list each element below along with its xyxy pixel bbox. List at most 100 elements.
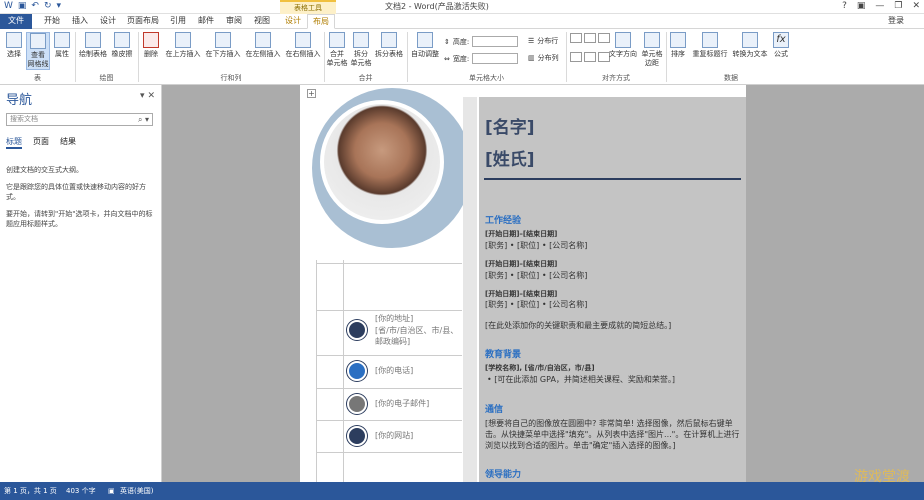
nav-help-text-1: 创建文档的交互式大纲。 [6,166,83,174]
page-count[interactable]: 第 1 页，共 1 页 [4,482,57,500]
address-detail[interactable]: [省/市/自治区、市/县、邮政编码] [375,325,465,347]
tab-pages[interactable]: 页面 [33,136,49,149]
navigation-pane: 导航 ▾ ✕ 搜索文档 ⌕ ▾ 标题 页面 结果 创建文档的交互式大纲。 它是跟… [0,85,162,482]
width-field[interactable]: ⇔ 宽度: [444,53,519,64]
convert-to-text-button[interactable]: 转换为文本 [731,32,769,59]
align-middle-center-icon[interactable] [584,52,596,62]
tab-review[interactable]: 审阅 [222,14,246,29]
redo-icon[interactable]: ↻ [44,1,52,11]
select-button[interactable]: 选择 [3,32,25,59]
word-count[interactable]: 403 个字 [66,482,96,500]
nav-tabs: 标题 页面 结果 [6,136,76,149]
insert-above-button[interactable]: 在上方插入 [164,32,202,59]
merge-cells-button[interactable]: 合并 单元格 [326,32,348,68]
education-heading[interactable]: 教育背景 [485,347,521,360]
email-text[interactable]: [你的电子邮件] [375,398,465,409]
draw-table-button[interactable]: 绘制表格 [78,32,108,59]
save-icon[interactable]: ▣ [18,1,27,11]
help-icon[interactable]: ? [842,1,847,11]
tab-mailings[interactable]: 邮件 [194,14,218,29]
pane-options-icon[interactable]: ▾ [140,91,145,101]
language[interactable]: 英语(美国) [120,482,153,500]
leadership-heading[interactable]: 领导能力 [485,467,521,480]
ribbon-tabs: 文件 开始 插入 设计 页面布局 引用 邮件 审阅 视图 设计 布局 登录 [0,14,924,29]
insert-right-button[interactable]: 在右侧插入 [284,32,322,59]
ribbon-display-icon[interactable]: ▣ [857,1,866,11]
distribute-rows-button[interactable]: ☰ 分布行 [528,36,558,46]
repeat-header-button[interactable]: 重复标题行 [690,32,730,59]
restore-icon[interactable]: ❐ [894,1,902,11]
address-line[interactable]: [你的地址] [375,313,465,324]
tab-home[interactable]: 开始 [40,14,64,29]
group-label-cell-size: 单元格大小 [469,74,504,82]
tab-file[interactable]: 文件 [0,14,32,29]
last-name[interactable]: [姓氏] [485,145,535,170]
split-table-button[interactable]: 拆分表格 [373,32,405,59]
website-icon [347,426,367,446]
table-move-handle-icon[interactable]: + [307,89,316,98]
tab-table-layout[interactable]: 布局 [307,14,335,29]
properties-button[interactable]: 属性 [52,32,72,59]
tab-view[interactable]: 视图 [250,14,274,29]
work-summary[interactable]: [在此处添加你的关键职责和最主要成就的简短总结。] [485,320,740,331]
proofing-icon[interactable]: ▣ [108,482,115,500]
website-text[interactable]: [你的网站] [375,430,465,441]
height-input[interactable] [472,36,519,47]
tab-table-design[interactable]: 设计 [280,14,306,29]
autofit-button[interactable]: 自动调整 [409,32,441,59]
first-name[interactable]: [名字] [485,113,535,138]
work-experience-heading[interactable]: 工作经验 [485,213,521,226]
align-top-center-icon[interactable] [584,33,596,43]
tab-design[interactable]: 设计 [96,14,120,29]
school-name[interactable]: [学校名称], [省/市/自治区，市/县] [485,363,740,374]
education-bullet[interactable]: • [可在此添加 GPA，并简述相关课程、奖励和荣誉。] [487,374,742,385]
minimize-icon[interactable]: — [875,1,884,11]
login-link[interactable]: 登录 [888,15,904,26]
profile-photo[interactable] [320,100,444,224]
job-line[interactable]: [职务] • [职位] • [公司名称] [485,270,740,281]
alignment-grid[interactable] [570,33,610,69]
job-line[interactable]: [职务] • [职位] • [公司名称] [485,299,740,310]
tab-references[interactable]: 引用 [166,14,190,29]
insert-left-button[interactable]: 在左侧插入 [244,32,282,59]
height-field[interactable]: ⇕ 高度: [444,36,519,47]
location-icon [347,320,367,340]
job-line[interactable]: [职务] • [职位] • [公司名称] [485,240,740,251]
text-direction-button[interactable]: 文字方向 [608,32,638,59]
delete-button[interactable]: 删除 [141,32,161,59]
undo-icon[interactable]: ↶ [31,1,39,11]
nav-search-input[interactable]: 搜索文档 ⌕ ▾ [6,113,153,126]
tab-headings[interactable]: 标题 [6,136,22,149]
close-icon[interactable]: ✕ [912,1,920,11]
communication-heading[interactable]: 通信 [485,402,503,415]
formula-button[interactable]: fx 公式 [771,32,791,59]
customize-qat-icon[interactable]: ▾ [57,1,62,11]
navigation-title: 导航 [6,93,33,108]
job-dates[interactable]: [开始日期]–[结束日期] [485,259,740,270]
align-middle-left-icon[interactable] [570,52,582,62]
navigation-pane-controls: ▾ ✕ [140,91,155,101]
distribute-columns-button[interactable]: ▥ 分布列 [528,53,559,63]
sort-button[interactable]: 排序 [668,32,688,59]
insert-above-icon [175,32,191,48]
cell-margins-button[interactable]: 单元格 边距 [640,32,664,68]
autofit-icon [417,32,433,48]
split-cells-button[interactable]: 拆分 单元格 [350,32,372,68]
align-top-left-icon[interactable] [570,33,582,43]
tab-page-layout[interactable]: 页面布局 [124,14,162,29]
insert-left-icon [255,32,271,48]
tab-insert[interactable]: 插入 [68,14,92,29]
eraser-button[interactable]: 橡皮擦 [110,32,134,59]
phone-text[interactable]: [你的电话] [375,365,465,376]
width-input[interactable] [472,53,519,64]
repeat-header-icon [702,32,718,48]
communication-text[interactable]: [想要将自己的图像放在圆圈中? 非常简单! 选择图像，然后鼠标右键单击。从快捷菜… [485,418,740,451]
search-icon[interactable]: ⌕ ▾ [138,114,149,125]
tab-results[interactable]: 结果 [60,136,76,149]
view-gridlines-button[interactable]: 查看 网格线 [26,32,50,70]
insert-below-button[interactable]: 在下方插入 [204,32,242,59]
table-gridline [316,388,462,389]
status-bar: 第 1 页，共 1 页 403 个字 ▣ 英语(美国) [0,482,924,500]
close-icon[interactable]: ✕ [147,91,155,101]
job-dates[interactable]: [开始日期]–[结束日期] [485,229,740,240]
